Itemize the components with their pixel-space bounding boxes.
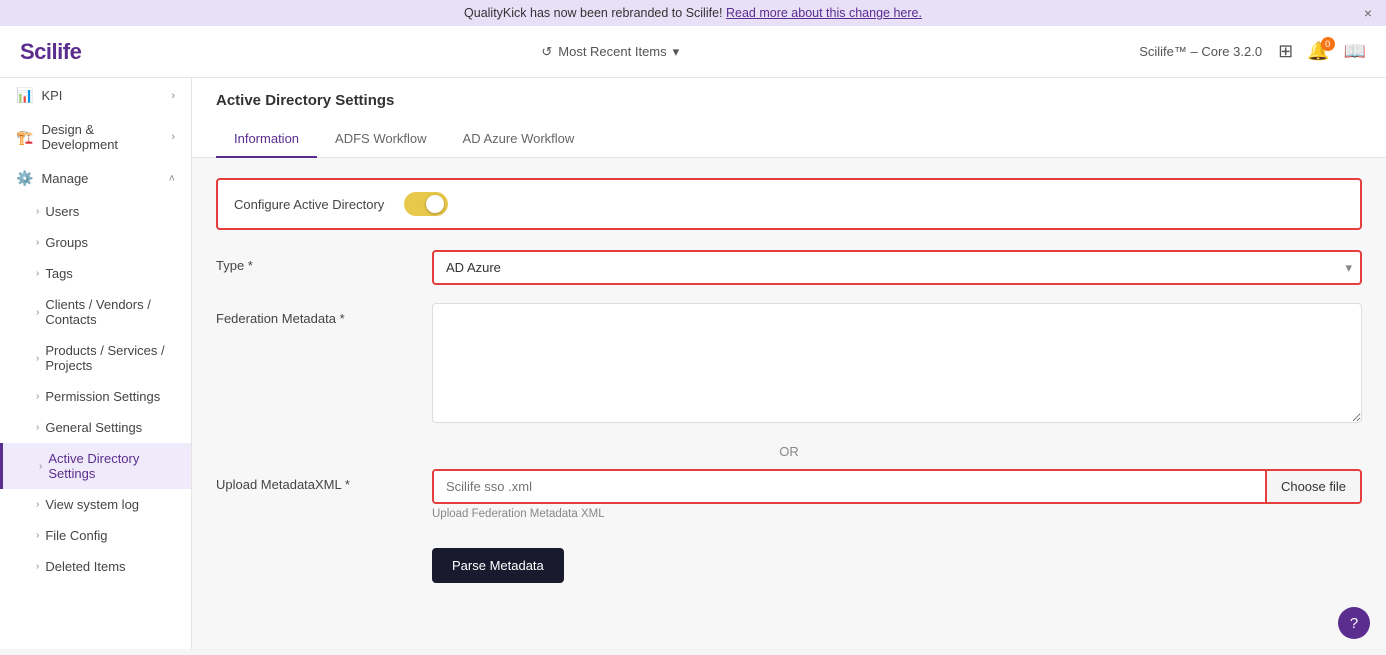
help-icon: ? <box>1350 615 1358 632</box>
sidebar-item-fileconfig[interactable]: › File Config <box>0 520 191 551</box>
type-select[interactable]: AD Azure ADFS <box>432 250 1362 285</box>
federation-control <box>432 303 1362 426</box>
sub-chevron-users: › <box>36 206 39 217</box>
upload-hint: Upload Federation Metadata XML <box>432 508 1362 520</box>
sidebar-fileconfig-label: File Config <box>45 528 107 543</box>
sub-chevron-permission: › <box>36 391 39 402</box>
federation-textarea[interactable] <box>432 303 1362 423</box>
manage-icon: ⚙️ <box>16 170 33 187</box>
file-input[interactable] <box>434 471 1265 502</box>
federation-label: Federation Metadata * <box>216 303 416 326</box>
sidebar-kpi-label: KPI <box>41 88 62 103</box>
page-title: Active Directory Settings <box>216 92 1362 109</box>
app-layout: Scilife ↺ Most Recent Items ▾ Scilife™ –… <box>0 26 1386 649</box>
sidebar-manage-label: Manage <box>41 171 88 186</box>
sidebar-item-deleted[interactable]: › Deleted Items <box>0 551 191 582</box>
upload-label: Upload MetadataXML * <box>216 469 416 492</box>
sub-chevron-syslog: › <box>36 499 39 510</box>
chevron-up-icon: ˄ <box>169 173 175 185</box>
sidebar: 📊 KPI › 🏗️ Design & Development › ⚙️ Man… <box>0 78 192 649</box>
chevron-down-icon: ▾ <box>673 44 680 60</box>
sidebar-clients-label: Clients / Vendors / Contacts <box>45 297 175 327</box>
chevron-right-icon2: › <box>171 131 175 143</box>
kpi-icon: 📊 <box>16 87 33 104</box>
sidebar-item-syslog[interactable]: › View system log <box>0 489 191 520</box>
sidebar-design-label: Design & Development <box>41 122 163 152</box>
sidebar-ad-label: Active Directory Settings <box>48 451 175 481</box>
parse-row: Parse Metadata <box>432 538 1362 583</box>
federation-row: Federation Metadata * <box>216 303 1362 426</box>
sidebar-deleted-label: Deleted Items <box>45 559 125 574</box>
top-banner: QualityKick has now been rebranded to Sc… <box>0 0 1386 26</box>
help-button[interactable]: ? <box>1338 607 1370 639</box>
sidebar-tags-label: Tags <box>45 266 72 281</box>
chevron-right-icon: › <box>171 90 175 102</box>
sidebar-item-permission[interactable]: › Permission Settings <box>0 381 191 412</box>
sub-chevron-fileconfig: › <box>36 530 39 541</box>
tab-ad-azure-workflow[interactable]: AD Azure Workflow <box>445 121 593 158</box>
sidebar-syslog-label: View system log <box>45 497 139 512</box>
upload-control: Choose file Upload Federation Metadata X… <box>432 469 1362 520</box>
sidebar-item-groups[interactable]: › Groups <box>0 227 191 258</box>
body-layout: 📊 KPI › 🏗️ Design & Development › ⚙️ Man… <box>0 78 1386 649</box>
header-right: Scilife™ – Core 3.2.0 ⊞ 🔔 0 📖 <box>1139 41 1366 62</box>
content-area: Configure Active Directory Type * AD Azu <box>192 158 1386 603</box>
configure-card: Configure Active Directory <box>216 178 1362 230</box>
sub-chevron-clients: › <box>36 307 39 318</box>
configure-label: Configure Active Directory <box>234 197 384 212</box>
sub-chevron-groups: › <box>36 237 39 248</box>
header-icons: ⊞ 🔔 0 📖 <box>1278 41 1366 62</box>
design-icon: 🏗️ <box>16 129 33 146</box>
sidebar-general-label: General Settings <box>45 420 142 435</box>
configure-toggle-row: Configure Active Directory <box>216 178 1362 230</box>
layout-icon[interactable]: ⊞ <box>1278 41 1293 62</box>
sidebar-users-label: Users <box>45 204 79 219</box>
sidebar-groups-label: Groups <box>45 235 88 250</box>
version-label: Scilife™ – Core 3.2.0 <box>1139 44 1262 59</box>
file-upload-row: Choose file <box>432 469 1362 504</box>
banner-close[interactable]: × <box>1364 5 1372 21</box>
sub-chevron-general: › <box>36 422 39 433</box>
page-header: Active Directory Settings Information AD… <box>192 78 1386 158</box>
tab-adfs-workflow[interactable]: ADFS Workflow <box>317 121 445 158</box>
upload-row: Upload MetadataXML * Choose file Upload … <box>216 469 1362 520</box>
configure-toggle[interactable] <box>404 192 448 216</box>
notification-icon[interactable]: 🔔 0 <box>1307 41 1329 62</box>
tabs: Information ADFS Workflow AD Azure Workf… <box>216 121 1362 157</box>
type-select-wrapper: AD Azure ADFS ▾ <box>432 250 1362 285</box>
user-icon[interactable]: 📖 <box>1344 41 1366 62</box>
tab-information[interactable]: Information <box>216 121 317 158</box>
logo: Scilife <box>20 39 81 65</box>
sidebar-item-users[interactable]: › Users <box>0 196 191 227</box>
banner-text: QualityKick has now been rebranded to Sc… <box>464 6 726 20</box>
parse-metadata-button[interactable]: Parse Metadata <box>432 548 564 583</box>
choose-file-button[interactable]: Choose file <box>1265 471 1360 502</box>
recent-items-button[interactable]: ↺ Most Recent Items ▾ <box>541 44 679 60</box>
sidebar-permission-label: Permission Settings <box>45 389 160 404</box>
sidebar-item-design[interactable]: 🏗️ Design & Development › <box>0 113 191 161</box>
sidebar-item-clients[interactable]: › Clients / Vendors / Contacts <box>0 289 191 335</box>
clock-icon: ↺ <box>541 44 552 60</box>
sidebar-item-kpi[interactable]: 📊 KPI › <box>0 78 191 113</box>
sub-chevron-ad: › <box>39 461 42 472</box>
sidebar-item-products[interactable]: › Products / Services / Projects <box>0 335 191 381</box>
sub-chevron-tags: › <box>36 268 39 279</box>
sidebar-item-tags[interactable]: › Tags <box>0 258 191 289</box>
type-control: AD Azure ADFS ▾ <box>432 250 1362 285</box>
sidebar-products-label: Products / Services / Projects <box>45 343 175 373</box>
sidebar-item-general[interactable]: › General Settings <box>0 412 191 443</box>
main-content: Active Directory Settings Information AD… <box>192 78 1386 649</box>
sidebar-item-manage[interactable]: ⚙️ Manage ˄ <box>0 161 191 196</box>
notification-badge: 0 <box>1321 37 1335 51</box>
type-row: Type * AD Azure ADFS ▾ <box>216 250 1362 285</box>
header: Scilife ↺ Most Recent Items ▾ Scilife™ –… <box>0 26 1386 78</box>
recent-items-label: Most Recent Items <box>558 44 666 59</box>
sidebar-item-active-directory[interactable]: › Active Directory Settings <box>0 443 191 489</box>
sub-chevron-products: › <box>36 353 39 364</box>
or-divider: OR <box>216 444 1362 459</box>
type-label: Type * <box>216 250 416 273</box>
sub-chevron-deleted: › <box>36 561 39 572</box>
banner-link[interactable]: Read more about this change here. <box>726 6 922 20</box>
